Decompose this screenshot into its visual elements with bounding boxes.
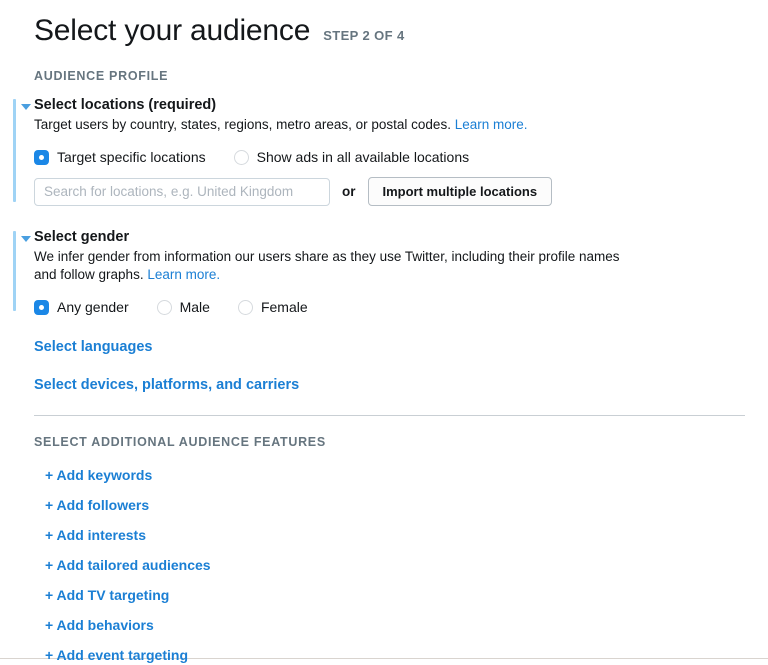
gender-section-title: Select gender bbox=[34, 229, 130, 245]
radio-unselected-icon bbox=[156, 299, 172, 315]
or-separator-label: or bbox=[342, 184, 356, 199]
gender-radio-group: Any gender Male Female bbox=[34, 299, 768, 315]
add-followers-link[interactable]: + Add followers bbox=[45, 497, 149, 513]
radio-label: Female bbox=[260, 299, 308, 315]
gender-description-text: We infer gender from information our use… bbox=[34, 249, 620, 282]
select-gender-section: Select gender We infer gender from infor… bbox=[13, 228, 768, 315]
radio-female[interactable]: Female bbox=[237, 299, 308, 315]
select-devices-platforms-carriers-link[interactable]: Select devices, platforms, and carriers bbox=[34, 377, 768, 393]
add-tailored-audiences-link[interactable]: + Add tailored audiences bbox=[45, 557, 211, 573]
list-item: + Add event targeting bbox=[45, 647, 768, 665]
section-accent-bar bbox=[13, 99, 16, 202]
radio-show-ads-all-locations[interactable]: Show ads in all available locations bbox=[233, 149, 470, 165]
radio-label: Target specific locations bbox=[57, 149, 206, 165]
step-indicator: STEP 2 OF 4 bbox=[323, 28, 405, 43]
radio-unselected-icon bbox=[237, 299, 253, 315]
list-item: + Add TV targeting bbox=[45, 587, 768, 605]
section-accent-bar bbox=[13, 231, 16, 311]
add-event-targeting-link[interactable]: + Add event targeting bbox=[45, 647, 188, 663]
location-search-row: or Import multiple locations bbox=[34, 177, 768, 206]
list-item: + Add interests bbox=[45, 527, 768, 545]
radio-target-specific-locations[interactable]: Target specific locations bbox=[34, 149, 206, 165]
chevron-down-icon[interactable] bbox=[21, 104, 31, 110]
audience-profile-caption: AUDIENCE PROFILE bbox=[34, 69, 169, 83]
gender-learn-more-link[interactable]: Learn more. bbox=[147, 267, 220, 282]
radio-unselected-icon bbox=[233, 149, 249, 165]
locations-section-description: Target users by country, states, regions… bbox=[34, 116, 644, 134]
locations-learn-more-link[interactable]: Learn more. bbox=[455, 117, 528, 132]
import-multiple-locations-button[interactable]: Import multiple locations bbox=[367, 177, 553, 206]
add-interests-link[interactable]: + Add interests bbox=[45, 527, 146, 543]
radio-any-gender[interactable]: Any gender bbox=[34, 299, 129, 315]
radio-selected-icon bbox=[34, 149, 49, 165]
locations-radio-group: Target specific locations Show ads in al… bbox=[34, 149, 768, 165]
gender-section-description: We infer gender from information our use… bbox=[34, 248, 644, 284]
location-search-input[interactable] bbox=[34, 177, 330, 206]
additional-features-caption: SELECT ADDITIONAL AUDIENCE FEATURES bbox=[34, 435, 326, 449]
section-divider bbox=[34, 415, 745, 416]
page-title: Select your audience bbox=[34, 14, 311, 47]
list-item: + Add followers bbox=[45, 497, 768, 515]
add-keywords-link[interactable]: + Add keywords bbox=[45, 467, 152, 483]
select-locations-section: Select locations (required) Target users… bbox=[13, 96, 768, 206]
add-behaviors-link[interactable]: + Add behaviors bbox=[45, 617, 154, 633]
radio-label: Any gender bbox=[57, 299, 129, 315]
radio-label: Show ads in all available locations bbox=[256, 149, 470, 165]
list-item: + Add behaviors bbox=[45, 617, 768, 635]
page-header: Select your audience STEP 2 OF 4 bbox=[0, 0, 768, 50]
locations-description-text: Target users by country, states, regions… bbox=[34, 117, 451, 132]
list-item: + Add tailored audiences bbox=[45, 557, 768, 575]
radio-selected-icon bbox=[34, 299, 49, 315]
radio-male[interactable]: Male bbox=[156, 299, 210, 315]
add-tv-targeting-link[interactable]: + Add TV targeting bbox=[45, 587, 169, 603]
select-languages-link[interactable]: Select languages bbox=[34, 339, 768, 355]
locations-section-title: Select locations (required) bbox=[34, 97, 217, 113]
chevron-down-icon[interactable] bbox=[21, 236, 31, 242]
list-item: + Add keywords bbox=[45, 467, 768, 485]
additional-features-list: + Add keywords + Add followers + Add int… bbox=[45, 467, 768, 665]
radio-label: Male bbox=[179, 299, 210, 315]
